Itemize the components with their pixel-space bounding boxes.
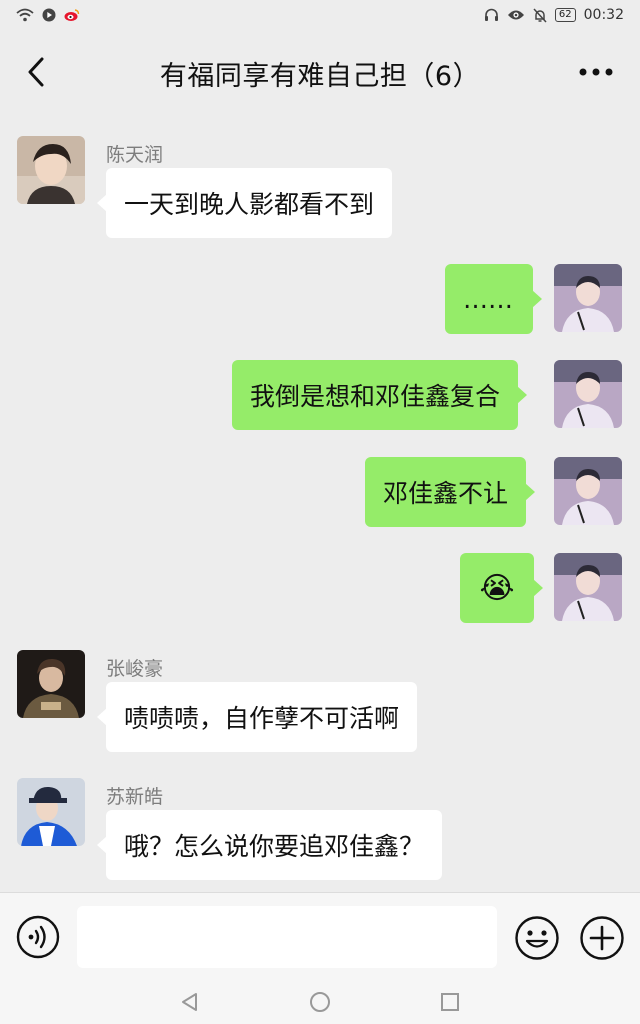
voice-icon <box>16 915 60 959</box>
crying-emoji-icon: 😭 <box>479 570 515 606</box>
voice-button[interactable] <box>16 915 60 959</box>
battery-icon: 62 <box>554 8 576 22</box>
more-dots-icon <box>579 68 613 76</box>
chat-header: 有福同享有难自己担（6） <box>0 30 640 116</box>
nav-recents-button[interactable] <box>438 990 462 1014</box>
clock: 00:32 <box>583 7 624 23</box>
bell-off-icon <box>533 7 547 23</box>
more-functions-button[interactable] <box>579 915 625 961</box>
message-bubble[interactable]: 我倒是想和邓佳鑫复合 <box>232 360 528 430</box>
chevron-left-icon <box>28 57 44 87</box>
chat-title: 有福同享有难自己担（6） <box>159 60 481 92</box>
nav-home-button[interactable] <box>308 990 332 1014</box>
circle-home-icon <box>310 992 330 1012</box>
play-icon <box>42 8 56 22</box>
sender-name: 陈天润 <box>106 144 164 166</box>
headset-icon <box>484 8 499 22</box>
avatar-self[interactable] <box>554 457 622 525</box>
avatar-self[interactable] <box>554 553 622 621</box>
message-input[interactable] <box>77 906 497 968</box>
weibo-icon <box>64 8 80 22</box>
plus-icon <box>580 916 624 960</box>
eye-icon <box>507 9 525 21</box>
message-bubble[interactable]: 啧啧啧，自作孽不可活啊 <box>96 682 418 752</box>
message-bubble[interactable]: 一天到晚人影都看不到 <box>96 168 393 238</box>
avatar-self[interactable] <box>554 264 622 332</box>
nav-back-button[interactable] <box>178 990 202 1014</box>
status-left <box>16 8 80 22</box>
message-text: 啧啧啧，自作孽不可活啊 <box>124 704 400 733</box>
input-bar <box>0 892 640 980</box>
avatar-self[interactable] <box>554 360 622 428</box>
emoji-button[interactable] <box>514 915 560 961</box>
chat-screen: 62 00:32 有福同享有难自己担（6） 陈天润 一天到晚人影都看不到 …… … <box>0 0 640 1024</box>
sender-name: 苏新皓 <box>106 786 164 808</box>
message-text: 哦？怎么说你要追邓佳鑫？ <box>124 832 425 861</box>
back-button[interactable] <box>20 52 52 92</box>
emoji-icon <box>515 916 559 960</box>
wifi-icon <box>16 8 34 22</box>
avatar-zhangjunhao[interactable] <box>17 650 85 718</box>
square-recents-icon <box>441 993 459 1011</box>
message-text: 邓佳鑫不让 <box>383 479 509 508</box>
status-bar: 62 00:32 <box>0 0 640 30</box>
message-bubble[interactable]: 哦？怎么说你要追邓佳鑫？ <box>96 810 443 880</box>
status-right: 62 00:32 <box>484 7 624 23</box>
avatar-suxinhao[interactable] <box>17 778 85 846</box>
message-bubble[interactable]: 邓佳鑫不让 <box>365 457 536 527</box>
message-text: 一天到晚人影都看不到 <box>124 190 375 219</box>
avatar-chentianrun[interactable] <box>17 136 85 204</box>
message-text: 我倒是想和邓佳鑫复合 <box>250 382 501 411</box>
system-nav-bar <box>0 980 640 1024</box>
message-bubble[interactable]: 😭 <box>460 553 543 623</box>
message-text: …… <box>463 284 513 314</box>
message-bubble[interactable]: …… <box>445 264 542 334</box>
triangle-back-icon <box>182 993 197 1011</box>
more-options-button[interactable] <box>576 52 616 92</box>
sender-name: 张峻豪 <box>106 658 164 680</box>
